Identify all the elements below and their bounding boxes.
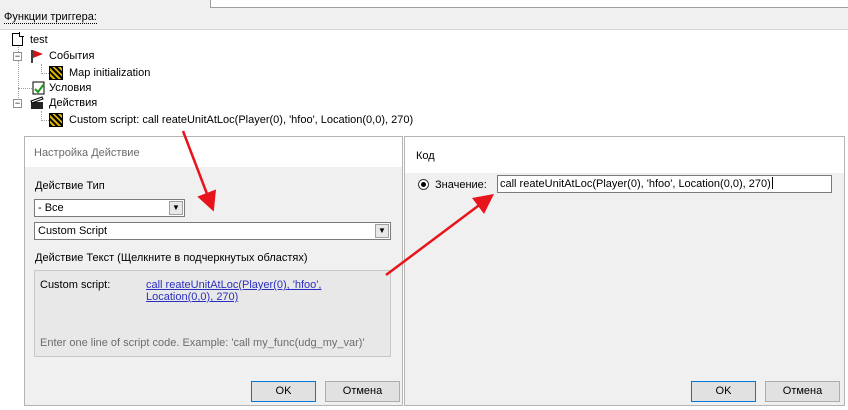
map-event-icon xyxy=(49,66,63,80)
cancel-button[interactable]: Отмена xyxy=(325,381,400,402)
chevron-down-icon[interactable]: ▼ xyxy=(169,201,183,215)
flag-icon xyxy=(31,50,43,63)
collapse-icon[interactable]: − xyxy=(13,99,22,108)
action-value: Custom Script xyxy=(38,225,108,237)
ok-button[interactable]: OK xyxy=(251,381,316,402)
action-config-dialog: Настройка Действие Действие Тип - Все ▼ … xyxy=(24,136,403,406)
action-type-label: Действие Тип xyxy=(35,180,105,192)
code-dialog: Код Значение: call reateUnitAtLoc(Player… xyxy=(404,136,845,406)
value-input-text: call reateUnitAtLoc(Player(0), 'hfoo', L… xyxy=(500,178,771,190)
ok-button[interactable]: OK xyxy=(691,381,756,402)
trigger-tree[interactable]: test − События Map initialization Услови… xyxy=(0,30,848,130)
condition-icon xyxy=(32,81,45,95)
action-text-label: Действие Текст (Щелкните в подчеркнутых … xyxy=(35,252,308,264)
dialog-title: Код xyxy=(405,137,844,173)
panel-header-label: Функции триггера: xyxy=(4,11,97,24)
category-dropdown[interactable]: - Все ▼ xyxy=(34,199,185,217)
value-radio[interactable] xyxy=(418,179,429,190)
chevron-down-icon[interactable]: ▼ xyxy=(375,224,389,238)
script-link[interactable]: call reateUnitAtLoc(Player(0), 'hfoo', L… xyxy=(146,279,390,303)
text-caret xyxy=(771,177,773,189)
panel-header: Функции триггера: xyxy=(0,8,848,30)
category-value: - Все xyxy=(38,202,64,214)
document-icon xyxy=(12,32,24,46)
script-action-icon xyxy=(49,113,63,127)
tree-line xyxy=(18,88,32,89)
value-label: Значение: xyxy=(435,179,487,191)
clapperboard-icon xyxy=(30,96,44,109)
cancel-button[interactable]: Отмена xyxy=(765,381,840,402)
top-field xyxy=(210,0,848,8)
action-dropdown[interactable]: Custom Script ▼ xyxy=(34,222,391,240)
collapse-icon[interactable]: − xyxy=(13,52,22,61)
tree-line xyxy=(41,73,49,74)
dialog-title: Настройка Действие xyxy=(25,137,402,167)
script-prefix: Custom script: xyxy=(40,279,111,291)
tree-line xyxy=(41,120,49,121)
action-text-box: Custom script: call reateUnitAtLoc(Playe… xyxy=(34,270,391,357)
hint-text: Enter one line of script code. Example: … xyxy=(40,337,365,349)
top-strip xyxy=(0,0,848,8)
value-input[interactable]: call reateUnitAtLoc(Player(0), 'hfoo', L… xyxy=(497,175,832,193)
